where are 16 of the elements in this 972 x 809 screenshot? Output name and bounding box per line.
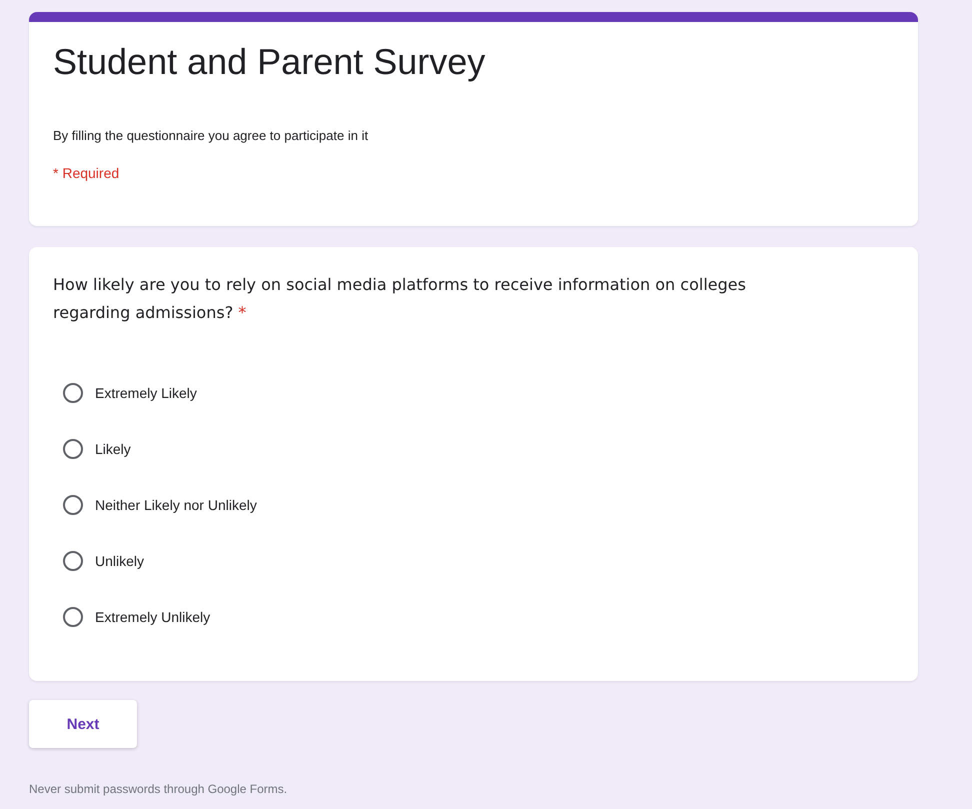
radio-option[interactable]: Extremely Likely	[53, 365, 205, 421]
form-description: By filling the questionnaire you agree to participate in it	[53, 128, 370, 143]
form-title: Student and Parent Survey	[53, 40, 486, 84]
radio-button[interactable]	[63, 607, 83, 627]
radio-button[interactable]	[63, 383, 83, 403]
radio-option[interactable]: Neither Likely nor Unlikely	[53, 477, 265, 533]
footer-note: Never submit passwords through Google Forms.	[29, 782, 288, 796]
radio-option[interactable]: Unlikely	[53, 533, 152, 589]
radio-option[interactable]: Likely	[53, 421, 139, 477]
radio-button[interactable]	[63, 439, 83, 459]
required-note: * Required	[53, 165, 120, 181]
next-button[interactable]: Next	[29, 700, 137, 748]
radio-button[interactable]	[63, 551, 83, 571]
radio-button[interactable]	[63, 495, 83, 515]
question-text: How likely are you to rely on social media platforms to receive information on colleges regarding admissions? *	[53, 274, 747, 324]
radio-option[interactable]: Extremely Unlikely	[53, 589, 218, 645]
